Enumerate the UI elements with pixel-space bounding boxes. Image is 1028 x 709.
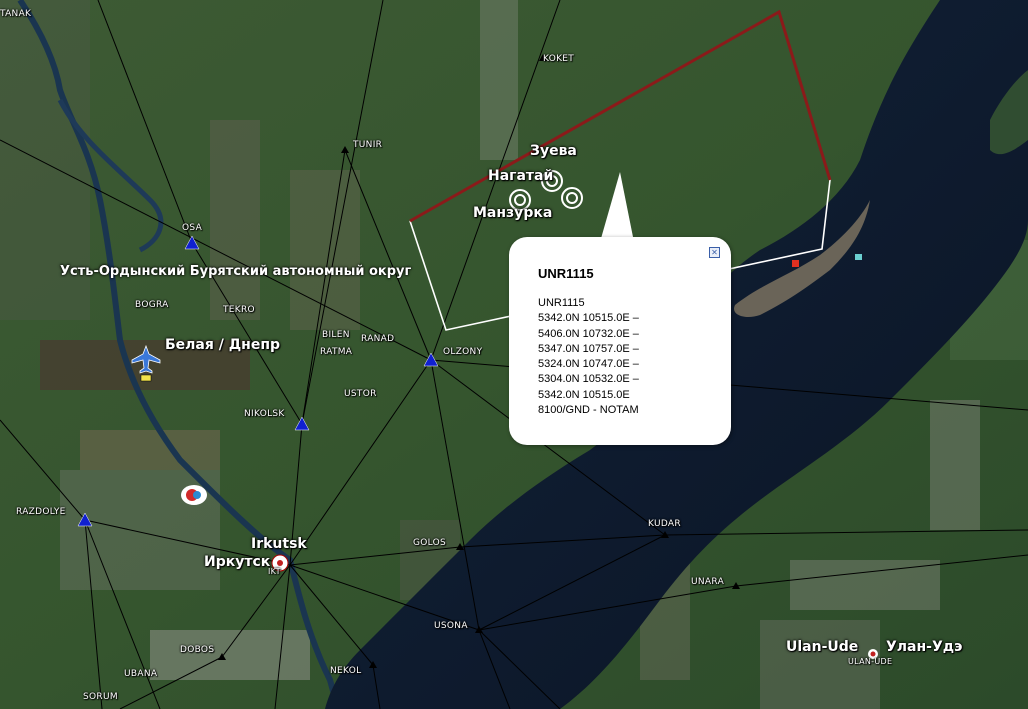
red-marker xyxy=(792,260,799,267)
fix-kudar: KUDAR xyxy=(648,519,681,529)
fix-golos: GOLOS xyxy=(413,538,447,548)
fix-ratma: RATMA xyxy=(320,347,353,357)
town-belaya: Белая / Днепр xyxy=(165,337,281,353)
fix-ustor: USTOR xyxy=(344,389,377,399)
balloon-line: 5342.0N 10515.0E – xyxy=(538,312,639,325)
fix-razdolye: RAZDOLYE xyxy=(16,507,66,517)
ulan-ude-code: ULAN-UDE xyxy=(848,657,893,666)
fix-nikolsk: NIKOLSK xyxy=(244,409,285,419)
fix-koket: KOKET xyxy=(543,54,575,64)
fix-olzony: OLZONY xyxy=(443,347,483,357)
balloon-line: 5342.0N 10515.0E xyxy=(538,388,630,401)
balloon-line: 5304.0N 10532.0E – xyxy=(538,373,639,386)
fix-osa: OSA xyxy=(182,223,203,233)
town-ulan-ude-ru: Улан-Удэ xyxy=(886,639,963,655)
balloon-line: 5347.0N 10757.0E – xyxy=(538,342,639,355)
fix-nekol: NEKOL xyxy=(330,666,362,676)
fix-ubana: UBANA xyxy=(124,669,158,679)
balloon-body: UNR1115 5342.0N 10515.0E – 5406.0N 10732… xyxy=(538,296,639,418)
balloon-line: 5406.0N 10732.0E – xyxy=(538,327,639,340)
fix-dobos: DOBOS xyxy=(180,645,215,655)
balloon-line: UNR1115 xyxy=(538,297,585,309)
town-manzurka: Манзурка xyxy=(473,205,553,221)
balloon-line: 8100/GND - NOTAM xyxy=(538,404,639,417)
irkutsk-code: IKT xyxy=(268,567,281,576)
fix-bogra: BOGRA xyxy=(135,300,169,310)
town-zueva: Зуева xyxy=(530,143,577,159)
fix-bilen: BILEN xyxy=(322,330,350,340)
town-ulan-ude-en: Ulan-Ude xyxy=(786,639,859,655)
fix-ranad: RANAD xyxy=(361,334,395,344)
balloon-line: 5324.0N 10747.0E – xyxy=(538,358,639,371)
fix-tekro: TEKRO xyxy=(223,305,255,315)
town-irkutsk-ru: Иркутск xyxy=(204,554,271,570)
fix-sorum: SORUM xyxy=(83,692,118,702)
fix-anak: TANAK xyxy=(0,9,32,19)
balloon-tail xyxy=(600,172,634,242)
info-balloon: ✕ UNR1115 UNR1115 5342.0N 10515.0E – 540… xyxy=(509,237,731,445)
cyan-marker xyxy=(855,254,862,260)
fix-tunir: TUNIR xyxy=(353,140,383,150)
fix-usona: USONA xyxy=(434,621,468,631)
town-nagatai: Нагатай xyxy=(488,168,554,184)
fix-unara: UNARA xyxy=(691,577,725,587)
place-icon[interactable] xyxy=(181,485,207,505)
balloon-title: UNR1115 xyxy=(538,266,594,281)
region-label: Усть-Ордынский Бурятский автономный окру… xyxy=(60,264,412,279)
close-icon[interactable]: ✕ xyxy=(709,247,720,258)
town-irkutsk-en: Irkutsk xyxy=(251,536,307,552)
